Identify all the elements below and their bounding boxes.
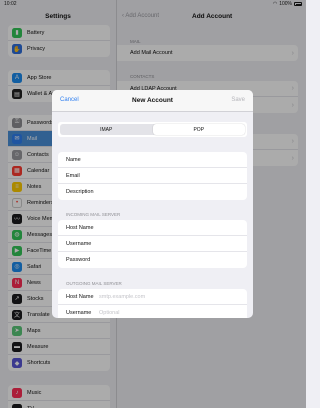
account-type-control: IMAP POP xyxy=(58,122,247,137)
segment-pop[interactable]: POP xyxy=(152,124,245,135)
outgoing-server-label: OUTGOING MAIL SERVER xyxy=(66,281,122,286)
description-label: Description xyxy=(66,189,94,195)
status-bar: 10:02 ◠ 100% xyxy=(0,0,306,8)
segment-imap[interactable]: IMAP xyxy=(60,124,153,135)
wifi-icon: ◠ xyxy=(272,1,278,7)
new-account-sheet: Cancel New Account Save IMAP POP Name Em… xyxy=(52,90,253,318)
outgoing-username-field[interactable]: Username Optional xyxy=(58,305,247,318)
battery-icon xyxy=(294,2,302,6)
incoming-server-label: INCOMING MAIL SERVER xyxy=(66,212,121,217)
incoming-password-field[interactable]: Password xyxy=(58,252,247,268)
outgoing-username-placeholder: Optional xyxy=(99,310,120,316)
incoming-username-field[interactable]: Username xyxy=(58,236,247,252)
description-field[interactable]: Description xyxy=(58,184,247,200)
email-label: Email xyxy=(66,172,80,179)
save-button[interactable]: Save xyxy=(231,97,245,103)
name-label: Name xyxy=(66,156,81,163)
email-field[interactable]: Email xyxy=(58,168,247,184)
outgoing-server-group: Host Name smtp.example.com Username Opti… xyxy=(58,289,247,318)
incoming-password-label: Password xyxy=(66,257,91,263)
battery-percent: 100% xyxy=(279,1,292,7)
account-info-group: Name Email Description xyxy=(58,152,247,200)
outgoing-host-placeholder: smtp.example.com xyxy=(99,293,146,300)
incoming-username-label: Username xyxy=(66,240,92,247)
sheet-title: New Account xyxy=(132,97,173,104)
outgoing-host-label: Host Name xyxy=(66,293,94,300)
incoming-host-field[interactable]: Host Name xyxy=(58,220,247,236)
incoming-host-label: Host Name xyxy=(66,224,94,231)
status-time: 10:02 xyxy=(4,1,17,7)
outgoing-username-label: Username xyxy=(66,310,92,316)
outgoing-host-field[interactable]: Host Name smtp.example.com xyxy=(58,289,247,305)
sheet-header: Cancel New Account Save xyxy=(52,90,253,112)
name-field[interactable]: Name xyxy=(58,152,247,168)
incoming-server-group: Host Name Username Password xyxy=(58,220,247,268)
